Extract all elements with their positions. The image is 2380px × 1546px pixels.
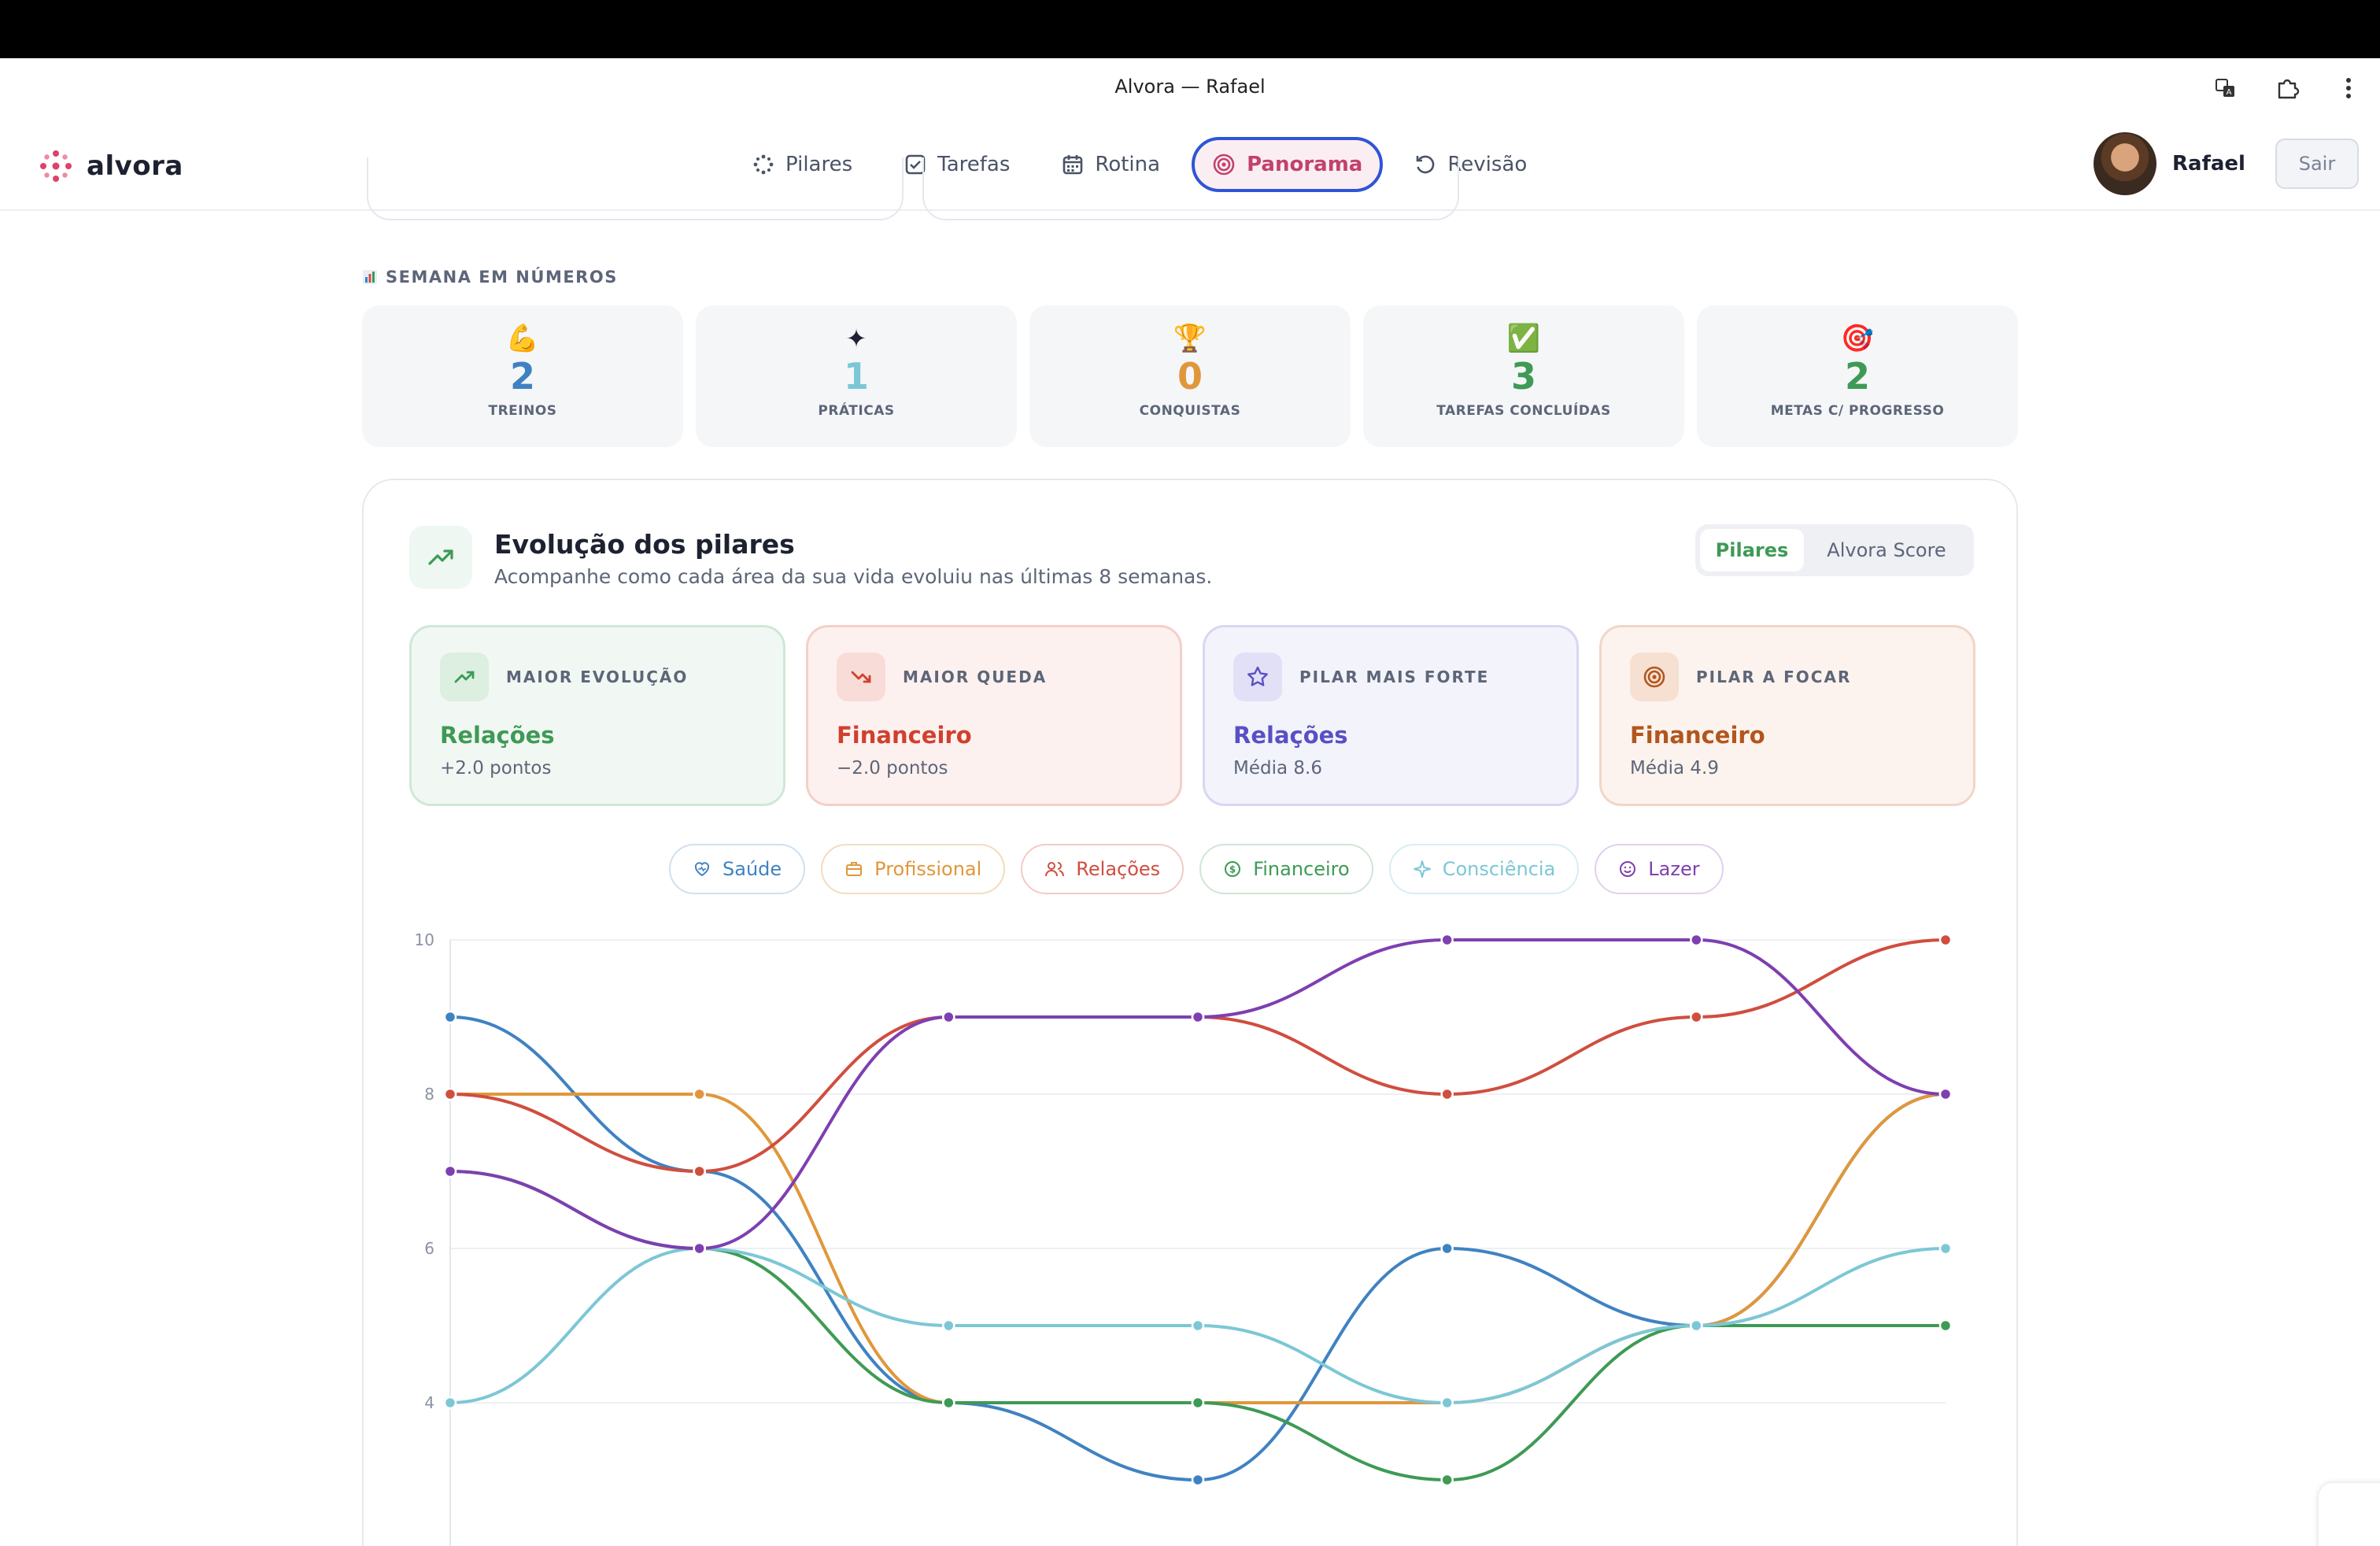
data-point-consciencia[interactable]: [1690, 1319, 1703, 1333]
data-point-relacoes[interactable]: [443, 1087, 457, 1101]
data-point-financeiro[interactable]: [942, 1396, 955, 1410]
data-point-consciencia[interactable]: [443, 1396, 457, 1410]
stat-card: 🏆 0 CONQUISTAS: [1029, 305, 1351, 447]
stat-label: TAREFAS CONCLUÍDAS: [1436, 403, 1611, 419]
scrolled-card: [367, 157, 904, 220]
translate-icon[interactable]: A: [2208, 71, 2243, 105]
stat-card: ✦ 1 PRÁTICAS: [696, 305, 1017, 447]
floating-widget[interactable]: [2319, 1483, 2380, 1546]
logo-mark-icon: [40, 150, 72, 182]
stat-value: 2: [1844, 355, 1870, 398]
data-point-lazer[interactable]: [1191, 1010, 1205, 1024]
logout-button[interactable]: Sair: [2275, 139, 2359, 189]
data-point-lazer[interactable]: [942, 1010, 955, 1024]
brand-name: alvora: [87, 150, 183, 182]
more-menu-icon[interactable]: [2331, 71, 2366, 105]
scrolled-card: [922, 157, 1459, 220]
data-point-profissional[interactable]: [693, 1087, 706, 1101]
data-point-lazer[interactable]: [693, 1241, 706, 1256]
data-point-relacoes[interactable]: [1690, 1010, 1703, 1024]
stat-card: 💪 2 TREINOS: [362, 305, 683, 447]
system-top-bar: [0, 0, 2380, 58]
y-tick-label: 8: [424, 1085, 434, 1104]
trophy-icon: 🏆: [1173, 323, 1207, 354]
data-point-lazer[interactable]: [443, 1164, 457, 1178]
extensions-icon[interactable]: [2270, 71, 2304, 105]
data-point-lazer[interactable]: [1440, 933, 1454, 947]
data-point-consciencia[interactable]: [1440, 1396, 1454, 1410]
y-tick-label: 4: [424, 1393, 434, 1412]
flexed-biceps-icon: 💪: [505, 323, 540, 354]
svg-text:A: A: [2227, 88, 2232, 97]
data-point-financeiro[interactable]: [1938, 1319, 1953, 1333]
nav-label: Revisão: [1447, 153, 1528, 176]
y-tick-label: 6: [424, 1239, 434, 1258]
data-point-lazer[interactable]: [1938, 1087, 1953, 1101]
section-label: SEMANA EM NÚMEROS: [362, 268, 618, 287]
y-tick-label: 10: [415, 930, 434, 949]
data-point-saude[interactable]: [1440, 1241, 1454, 1256]
data-point-financeiro[interactable]: [1440, 1473, 1454, 1487]
data-point-consciencia[interactable]: [942, 1319, 955, 1333]
stat-value: 1: [843, 355, 869, 398]
stat-label: CONQUISTAS: [1139, 403, 1241, 419]
stat-label: PRÁTICAS: [818, 403, 895, 419]
window-title: Alvora — Rafael: [1114, 76, 1266, 98]
direct-hit-icon: 🎯: [1840, 323, 1875, 354]
user-name: Rafael: [2172, 152, 2245, 176]
check-mark-icon: ✅: [1506, 323, 1541, 354]
section-title: SEMANA EM NÚMEROS: [386, 268, 618, 287]
week-stats: 💪 2 TREINOS ✦ 1 PRÁTICAS 🏆 0 CONQUISTAS …: [362, 305, 2018, 447]
series-line-relacoes: [449, 938, 1947, 1174]
data-point-consciencia[interactable]: [1938, 1241, 1953, 1256]
data-point-relacoes[interactable]: [1938, 933, 1953, 947]
logo[interactable]: alvora: [38, 148, 183, 184]
window-titlebar: Alvora — Rafael A: [0, 58, 2380, 118]
stat-card: ✅ 3 TAREFAS CONCLUÍDAS: [1363, 305, 1684, 447]
stat-label: METAS C/ PROGRESSO: [1770, 403, 1945, 419]
data-point-relacoes[interactable]: [693, 1164, 706, 1178]
stat-value: 3: [1510, 355, 1536, 398]
data-point-financeiro[interactable]: [1191, 1396, 1205, 1410]
data-point-saude[interactable]: [443, 1010, 457, 1024]
stat-card: 🎯 2 METAS C/ PROGRESSO: [1697, 305, 2018, 447]
data-point-saude[interactable]: [1191, 1473, 1205, 1487]
evolution-panel: Evolução dos pilares Acompanhe como cada…: [362, 479, 2018, 1546]
stat-label: TREINOS: [488, 403, 557, 419]
user-area: Rafael Sair: [2094, 132, 2359, 195]
evolution-chart: 108642: [415, 930, 1953, 1546]
stat-value: 2: [509, 355, 535, 398]
sparkle-icon: ✦: [845, 324, 867, 353]
data-point-relacoes[interactable]: [1440, 1087, 1454, 1101]
data-point-lazer[interactable]: [1690, 933, 1703, 947]
bar-chart-icon: [363, 270, 377, 284]
avatar[interactable]: [2094, 132, 2156, 195]
stat-value: 0: [1177, 355, 1203, 398]
data-point-consciencia[interactable]: [1191, 1319, 1205, 1333]
